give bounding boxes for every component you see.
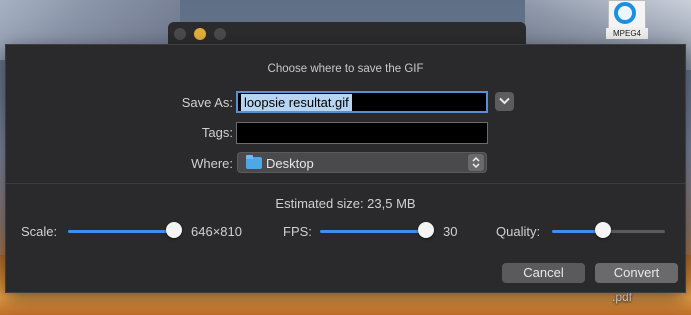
save-as-value: loopsie resultat.gif [241,94,352,111]
quality-slider-knob[interactable] [594,222,611,238]
scale-slider-knob[interactable] [166,222,182,238]
quality-label: Quality: [496,224,541,239]
zoom-window-button[interactable] [214,28,226,40]
fps-slider-fill [320,230,426,233]
save-gif-sheet: Choose where to save the GIF Save As: lo… [5,44,686,293]
scale-value: 646×810 [191,224,242,239]
chevron-down-icon [499,97,510,105]
fps-value: 30 [443,224,458,239]
close-window-button[interactable] [174,28,186,40]
quicktime-icon [614,2,636,24]
updown-arrows-icon [468,154,484,171]
where-value: Desktop [266,156,314,171]
cancel-button[interactable]: Cancel [502,263,585,283]
folder-icon-tab [246,155,253,159]
scale-slider-fill [68,230,174,233]
where-popup-button[interactable]: Desktop [237,152,487,173]
tags-field[interactable] [236,122,488,144]
save-as-label: Save As: [181,95,233,110]
fps-slider[interactable] [320,230,426,233]
where-label: Where: [191,156,233,171]
sheet-title: Choose where to save the GIF [267,63,424,75]
expand-browser-button[interactable] [495,92,514,111]
divider [6,183,685,184]
file-type-label: MPEG4 [606,28,648,39]
fps-label: FPS: [283,224,312,239]
estimated-size: Estimated size: 23,5 MB [275,196,416,211]
tags-label: Tags: [201,125,233,140]
scale-slider[interactable] [68,230,174,233]
minimize-window-button[interactable] [194,28,206,40]
desktop-mpeg4-file[interactable]: MPEG4 [604,0,650,40]
convert-button[interactable]: Convert [595,263,678,283]
fps-slider-knob[interactable] [418,222,434,238]
scale-label: Scale: [21,224,58,239]
save-as-field[interactable]: loopsie resultat.gif [236,91,488,113]
